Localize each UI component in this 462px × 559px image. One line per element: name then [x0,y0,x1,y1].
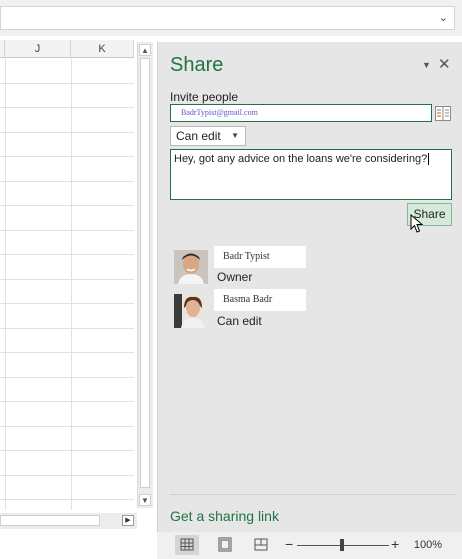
chevron-down-icon[interactable]: ⌄ [439,11,448,24]
divider [170,494,455,495]
avatar [174,294,208,328]
column-header-j[interactable]: J [5,40,71,58]
get-sharing-link[interactable]: Get a sharing link [170,508,279,524]
zoom-out-button[interactable]: − [285,536,293,552]
zoom-in-button[interactable]: + [391,536,399,552]
formula-input[interactable]: ⌄ [0,6,455,30]
pane-title: Share [170,54,224,76]
scroll-up-icon[interactable]: ▲ [139,44,151,56]
scroll-thumb[interactable] [140,58,150,488]
message-input[interactable]: Hey, got any advice on the loans we're c… [170,149,452,200]
grid-row[interactable] [0,401,134,402]
chevron-down-icon: ▼ [231,131,239,140]
zoom-level[interactable]: 100% [414,539,442,551]
message-text: Hey, got any advice on the loans we're c… [174,153,428,165]
page-break-preview-icon[interactable] [249,535,273,555]
scroll-down-icon[interactable]: ▼ [139,494,151,506]
grid-row[interactable] [0,352,134,353]
grid-row[interactable] [0,180,134,182]
mouse-cursor-icon [410,214,424,233]
person-role: Can edit [217,314,262,328]
vertical-scrollbar[interactable]: ▲ ▼ [137,42,153,508]
grid-row[interactable] [0,131,134,133]
horizontal-scroll-thumb[interactable] [0,515,100,526]
person-name: Badr Typist [214,246,306,268]
grid-row[interactable] [0,376,134,378]
horizontal-scrollbar[interactable]: ▶ [0,513,137,529]
grid-line [71,58,72,510]
text-caret [428,153,430,165]
person-role: Owner [217,270,253,284]
grid-row[interactable] [0,107,134,108]
grid-row[interactable] [0,499,134,500]
share-pane: Share ▼ ✕ Invite people BadrTypist@gmail… [157,42,462,532]
pane-options-icon[interactable]: ▼ [422,60,431,70]
grid-row[interactable] [0,82,134,84]
grid-row[interactable] [0,474,134,476]
grid-row[interactable] [0,303,134,304]
grid-row[interactable] [0,205,134,206]
permission-dropdown[interactable]: Can edit ▼ [170,126,246,146]
grid-row[interactable] [0,425,134,427]
grid-row[interactable] [0,327,134,329]
address-book-icon[interactable] [435,106,451,121]
status-bar: − + 100% [157,532,462,559]
spreadsheet-grid[interactable]: J K [0,40,134,510]
grid-row[interactable] [0,229,134,231]
grid-line [5,58,6,510]
page-layout-view-icon[interactable] [213,535,237,555]
close-icon[interactable]: ✕ [438,55,451,73]
grid-row[interactable] [0,254,134,255]
avatar [174,250,208,284]
person-name: Basma Badr [214,289,306,311]
column-header-k[interactable]: K [71,40,134,58]
formula-bar: ⌄ [0,0,462,36]
grid-row[interactable] [0,450,134,451]
zoom-slider-thumb[interactable] [340,539,344,551]
normal-view-icon[interactable] [175,535,199,555]
grid-row[interactable] [0,278,134,280]
permission-value: Can edit [176,129,221,143]
scroll-right-icon[interactable]: ▶ [122,515,134,526]
grid-row[interactable] [0,156,134,157]
invite-people-input[interactable]: BadrTypist@gmail.com [170,104,432,122]
invite-people-label: Invite people [170,90,239,104]
